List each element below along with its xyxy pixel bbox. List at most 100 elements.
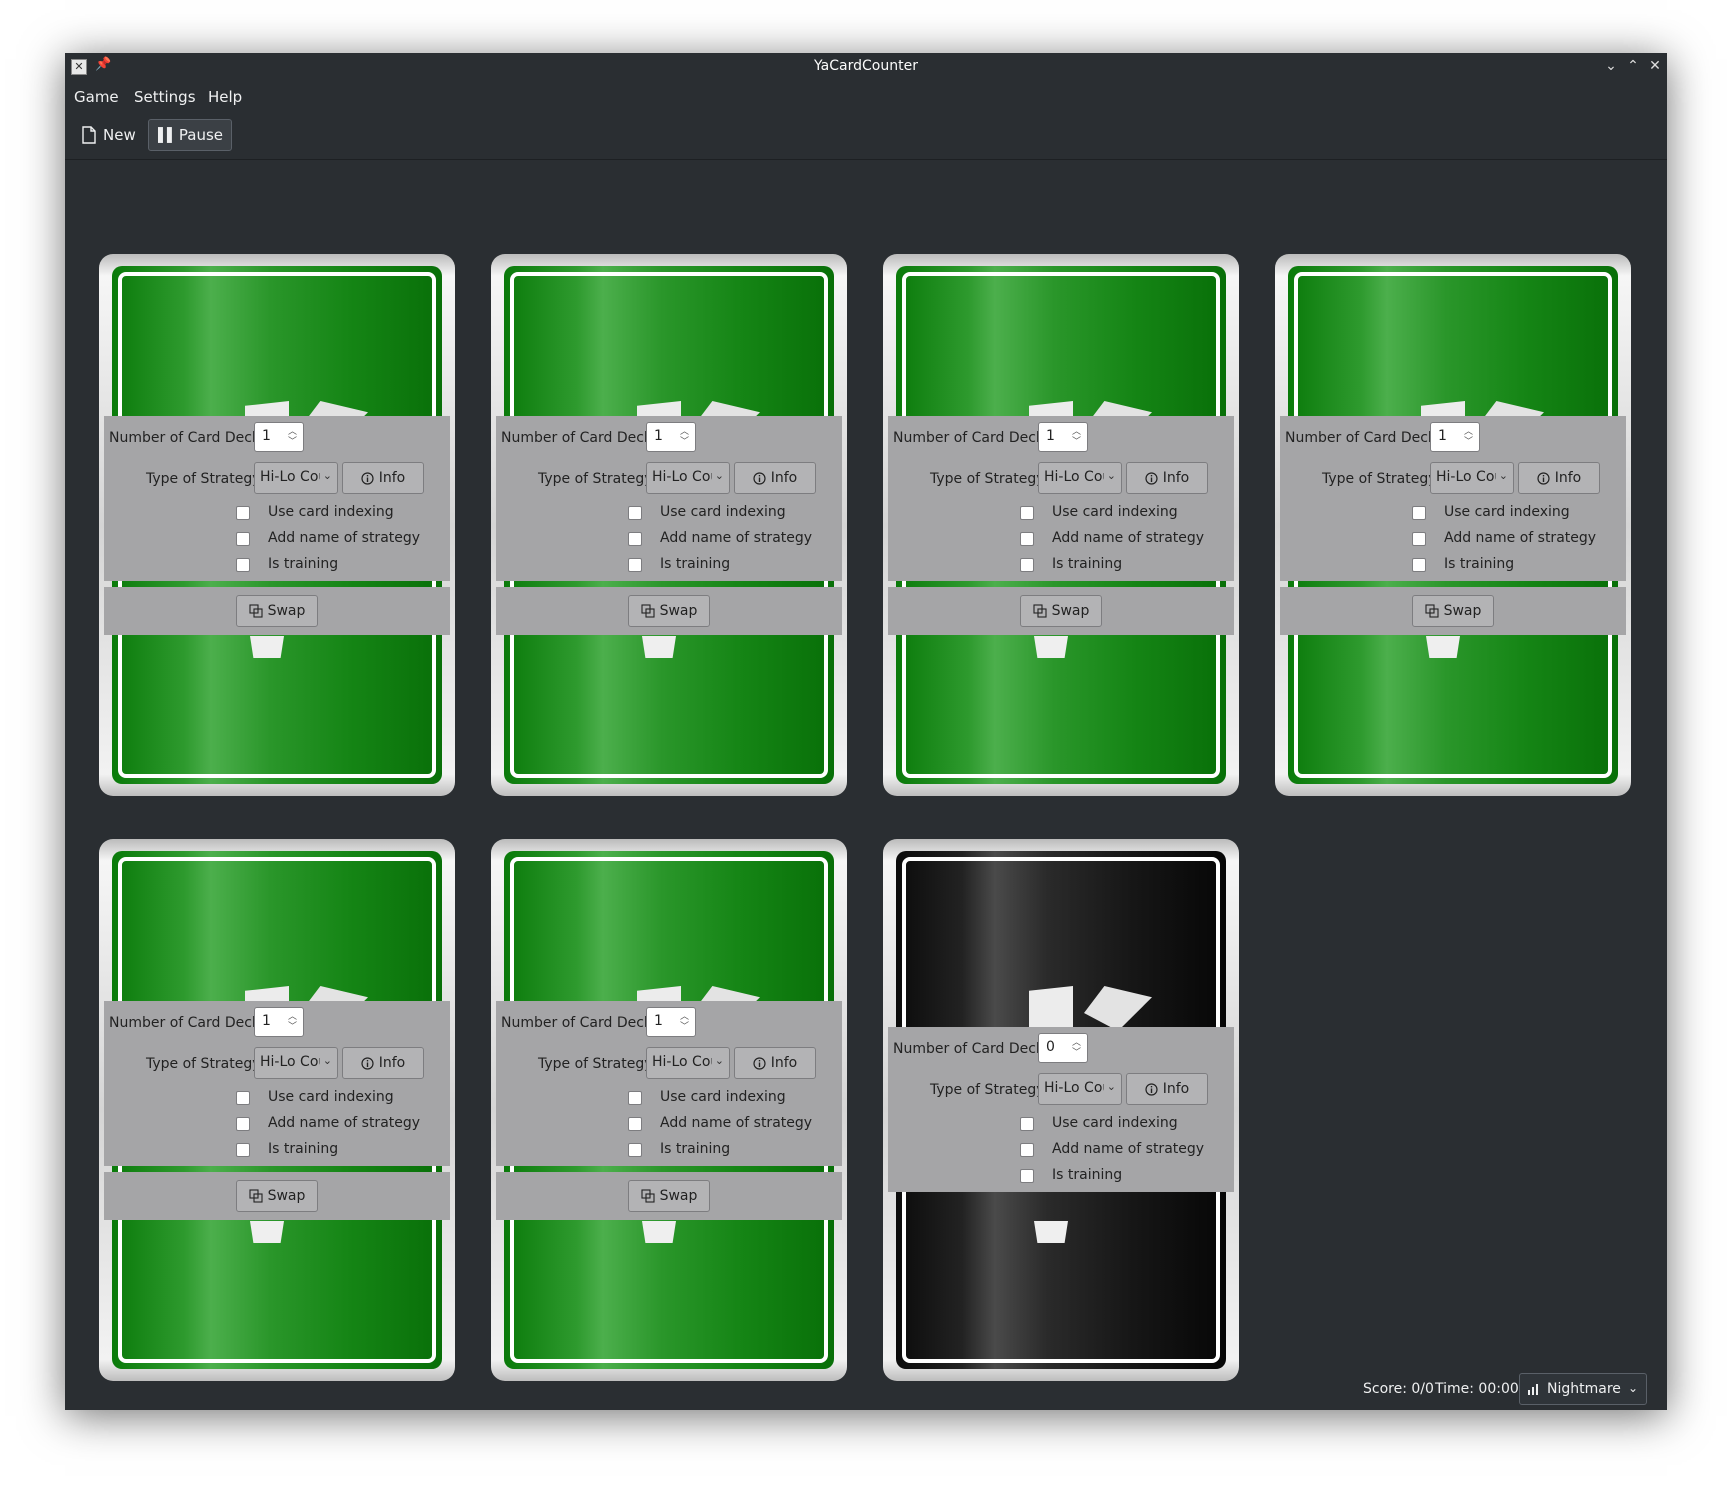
- info-button[interactable]: Info: [734, 1047, 816, 1079]
- spin-down-icon[interactable]: ﹀: [680, 438, 689, 447]
- menu-settings[interactable]: Settings: [134, 88, 196, 106]
- swap-button[interactable]: Swap: [236, 1180, 318, 1212]
- is-training-checkbox[interactable]: [236, 558, 250, 572]
- info-button[interactable]: Info: [1126, 1073, 1208, 1105]
- menu-help[interactable]: Help: [208, 88, 242, 106]
- spin-down-icon[interactable]: ﹀: [1464, 438, 1473, 447]
- card-6[interactable]: Number of Card Decks: 1 ︿ ﹀ Type of Stra…: [491, 839, 847, 1381]
- add-name-of-strategy-checkbox[interactable]: [236, 532, 250, 546]
- decks-spinbox[interactable]: 0 ︿ ﹀: [1038, 1033, 1088, 1063]
- info-button[interactable]: Info: [1518, 462, 1600, 494]
- add-name-of-strategy-label[interactable]: Add name of strategy: [1444, 530, 1596, 546]
- is-training-label[interactable]: Is training: [268, 556, 338, 572]
- use-card-indexing-checkbox[interactable]: [1020, 506, 1034, 520]
- add-name-of-strategy-label[interactable]: Add name of strategy: [268, 530, 420, 546]
- spin-up-icon[interactable]: ︿: [1072, 428, 1081, 437]
- swap-button[interactable]: Swap: [1020, 595, 1102, 627]
- is-training-checkbox[interactable]: [1020, 1169, 1034, 1183]
- card-5[interactable]: Number of Card Decks: 1 ︿ ﹀ Type of Stra…: [99, 839, 455, 1381]
- add-name-of-strategy-label[interactable]: Add name of strategy: [660, 1115, 812, 1131]
- title-bar[interactable]: ✕ 📌 YaCardCounter ⌄ ⌃ ✕: [65, 53, 1667, 81]
- card-4[interactable]: Number of Card Decks: 1 ︿ ﹀ Type of Stra…: [1275, 254, 1631, 796]
- is-training-checkbox[interactable]: [1020, 558, 1034, 572]
- card-3[interactable]: Number of Card Decks: 1 ︿ ﹀ Type of Stra…: [883, 254, 1239, 796]
- use-card-indexing-label[interactable]: Use card indexing: [1052, 1115, 1178, 1131]
- decks-spinbox[interactable]: 1 ︿ ﹀: [1038, 422, 1088, 452]
- add-name-of-strategy-label[interactable]: Add name of strategy: [1052, 530, 1204, 546]
- add-name-of-strategy-label[interactable]: Add name of strategy: [660, 530, 812, 546]
- use-card-indexing-checkbox[interactable]: [236, 1091, 250, 1105]
- use-card-indexing-checkbox[interactable]: [1020, 1117, 1034, 1131]
- is-training-label[interactable]: Is training: [660, 556, 730, 572]
- is-training-checkbox[interactable]: [1412, 558, 1426, 572]
- is-training-checkbox[interactable]: [628, 1143, 642, 1157]
- spin-up-icon[interactable]: ︿: [1464, 428, 1473, 437]
- decks-spinbox[interactable]: 1 ︿ ﹀: [254, 422, 304, 452]
- strategy-combobox[interactable]: Hi-Lo Count ⌄: [646, 462, 730, 494]
- maximize-icon[interactable]: ⌃: [1623, 56, 1643, 76]
- add-name-of-strategy-label[interactable]: Add name of strategy: [268, 1115, 420, 1131]
- strategy-combobox[interactable]: Hi-Lo Count ⌄: [1430, 462, 1514, 494]
- add-name-of-strategy-checkbox[interactable]: [236, 1117, 250, 1131]
- is-training-checkbox[interactable]: [628, 558, 642, 572]
- new-button[interactable]: New: [73, 119, 149, 151]
- is-training-checkbox[interactable]: [236, 1143, 250, 1157]
- use-card-indexing-label[interactable]: Use card indexing: [268, 1089, 394, 1105]
- use-card-indexing-label[interactable]: Use card indexing: [660, 504, 786, 520]
- swap-button[interactable]: Swap: [236, 595, 318, 627]
- use-card-indexing-label[interactable]: Use card indexing: [268, 504, 394, 520]
- is-training-label[interactable]: Is training: [268, 1141, 338, 1157]
- use-card-indexing-label[interactable]: Use card indexing: [660, 1089, 786, 1105]
- use-card-indexing-checkbox[interactable]: [628, 506, 642, 520]
- decks-spinbox[interactable]: 1 ︿ ﹀: [646, 1007, 696, 1037]
- add-name-of-strategy-checkbox[interactable]: [1020, 1143, 1034, 1157]
- info-button[interactable]: Info: [342, 462, 424, 494]
- is-training-label[interactable]: Is training: [1052, 556, 1122, 572]
- use-card-indexing-checkbox[interactable]: [628, 1091, 642, 1105]
- swap-button[interactable]: Swap: [628, 1180, 710, 1212]
- use-card-indexing-label[interactable]: Use card indexing: [1052, 504, 1178, 520]
- use-card-indexing-label[interactable]: Use card indexing: [1444, 504, 1570, 520]
- strategy-combobox[interactable]: Hi-Lo Count ⌄: [1038, 462, 1122, 494]
- info-button[interactable]: Info: [1126, 462, 1208, 494]
- strategy-combobox[interactable]: Hi-Lo Count ⌄: [646, 1047, 730, 1079]
- info-button[interactable]: Info: [342, 1047, 424, 1079]
- minimize-icon[interactable]: ⌄: [1601, 56, 1621, 76]
- is-training-label[interactable]: Is training: [1052, 1167, 1122, 1183]
- spin-down-icon[interactable]: ﹀: [1072, 438, 1081, 447]
- close-icon[interactable]: ✕: [1645, 56, 1665, 76]
- add-name-of-strategy-checkbox[interactable]: [628, 532, 642, 546]
- spin-down-icon[interactable]: ﹀: [1072, 1049, 1081, 1058]
- decks-spinbox[interactable]: 1 ︿ ﹀: [1430, 422, 1480, 452]
- use-card-indexing-checkbox[interactable]: [1412, 506, 1426, 520]
- menu-game[interactable]: Game: [74, 88, 119, 106]
- spin-up-icon[interactable]: ︿: [288, 1013, 297, 1022]
- spin-up-icon[interactable]: ︿: [288, 428, 297, 437]
- spin-up-icon[interactable]: ︿: [680, 428, 689, 437]
- strategy-combobox[interactable]: Hi-Lo Count ⌄: [254, 462, 338, 494]
- strategy-combobox[interactable]: Hi-Lo Count ⌄: [254, 1047, 338, 1079]
- decks-spinbox[interactable]: 1 ︿ ﹀: [646, 422, 696, 452]
- spin-up-icon[interactable]: ︿: [680, 1013, 689, 1022]
- spin-up-icon[interactable]: ︿: [1072, 1039, 1081, 1048]
- use-card-indexing-checkbox[interactable]: [236, 506, 250, 520]
- is-training-label[interactable]: Is training: [1444, 556, 1514, 572]
- card-1[interactable]: Number of Card Decks: 1 ︿ ﹀ Type of Stra…: [99, 254, 455, 796]
- spin-down-icon[interactable]: ﹀: [288, 1023, 297, 1032]
- spin-down-icon[interactable]: ﹀: [680, 1023, 689, 1032]
- add-name-of-strategy-label[interactable]: Add name of strategy: [1052, 1141, 1204, 1157]
- swap-button[interactable]: Swap: [1412, 595, 1494, 627]
- pause-button[interactable]: Pause: [148, 119, 232, 151]
- add-name-of-strategy-checkbox[interactable]: [628, 1117, 642, 1131]
- card-7[interactable]: Number of Card Decks: 0 ︿ ﹀ Type of Stra…: [883, 839, 1239, 1381]
- card-2[interactable]: Number of Card Decks: 1 ︿ ﹀ Type of Stra…: [491, 254, 847, 796]
- difficulty-select[interactable]: Nightmare ⌄: [1519, 1373, 1647, 1405]
- spin-down-icon[interactable]: ﹀: [288, 438, 297, 447]
- swap-button[interactable]: Swap: [628, 595, 710, 627]
- is-training-label[interactable]: Is training: [660, 1141, 730, 1157]
- add-name-of-strategy-checkbox[interactable]: [1020, 532, 1034, 546]
- info-button[interactable]: Info: [734, 462, 816, 494]
- strategy-combobox[interactable]: Hi-Lo Count ⌄: [1038, 1073, 1122, 1105]
- add-name-of-strategy-checkbox[interactable]: [1412, 532, 1426, 546]
- decks-spinbox[interactable]: 1 ︿ ﹀: [254, 1007, 304, 1037]
